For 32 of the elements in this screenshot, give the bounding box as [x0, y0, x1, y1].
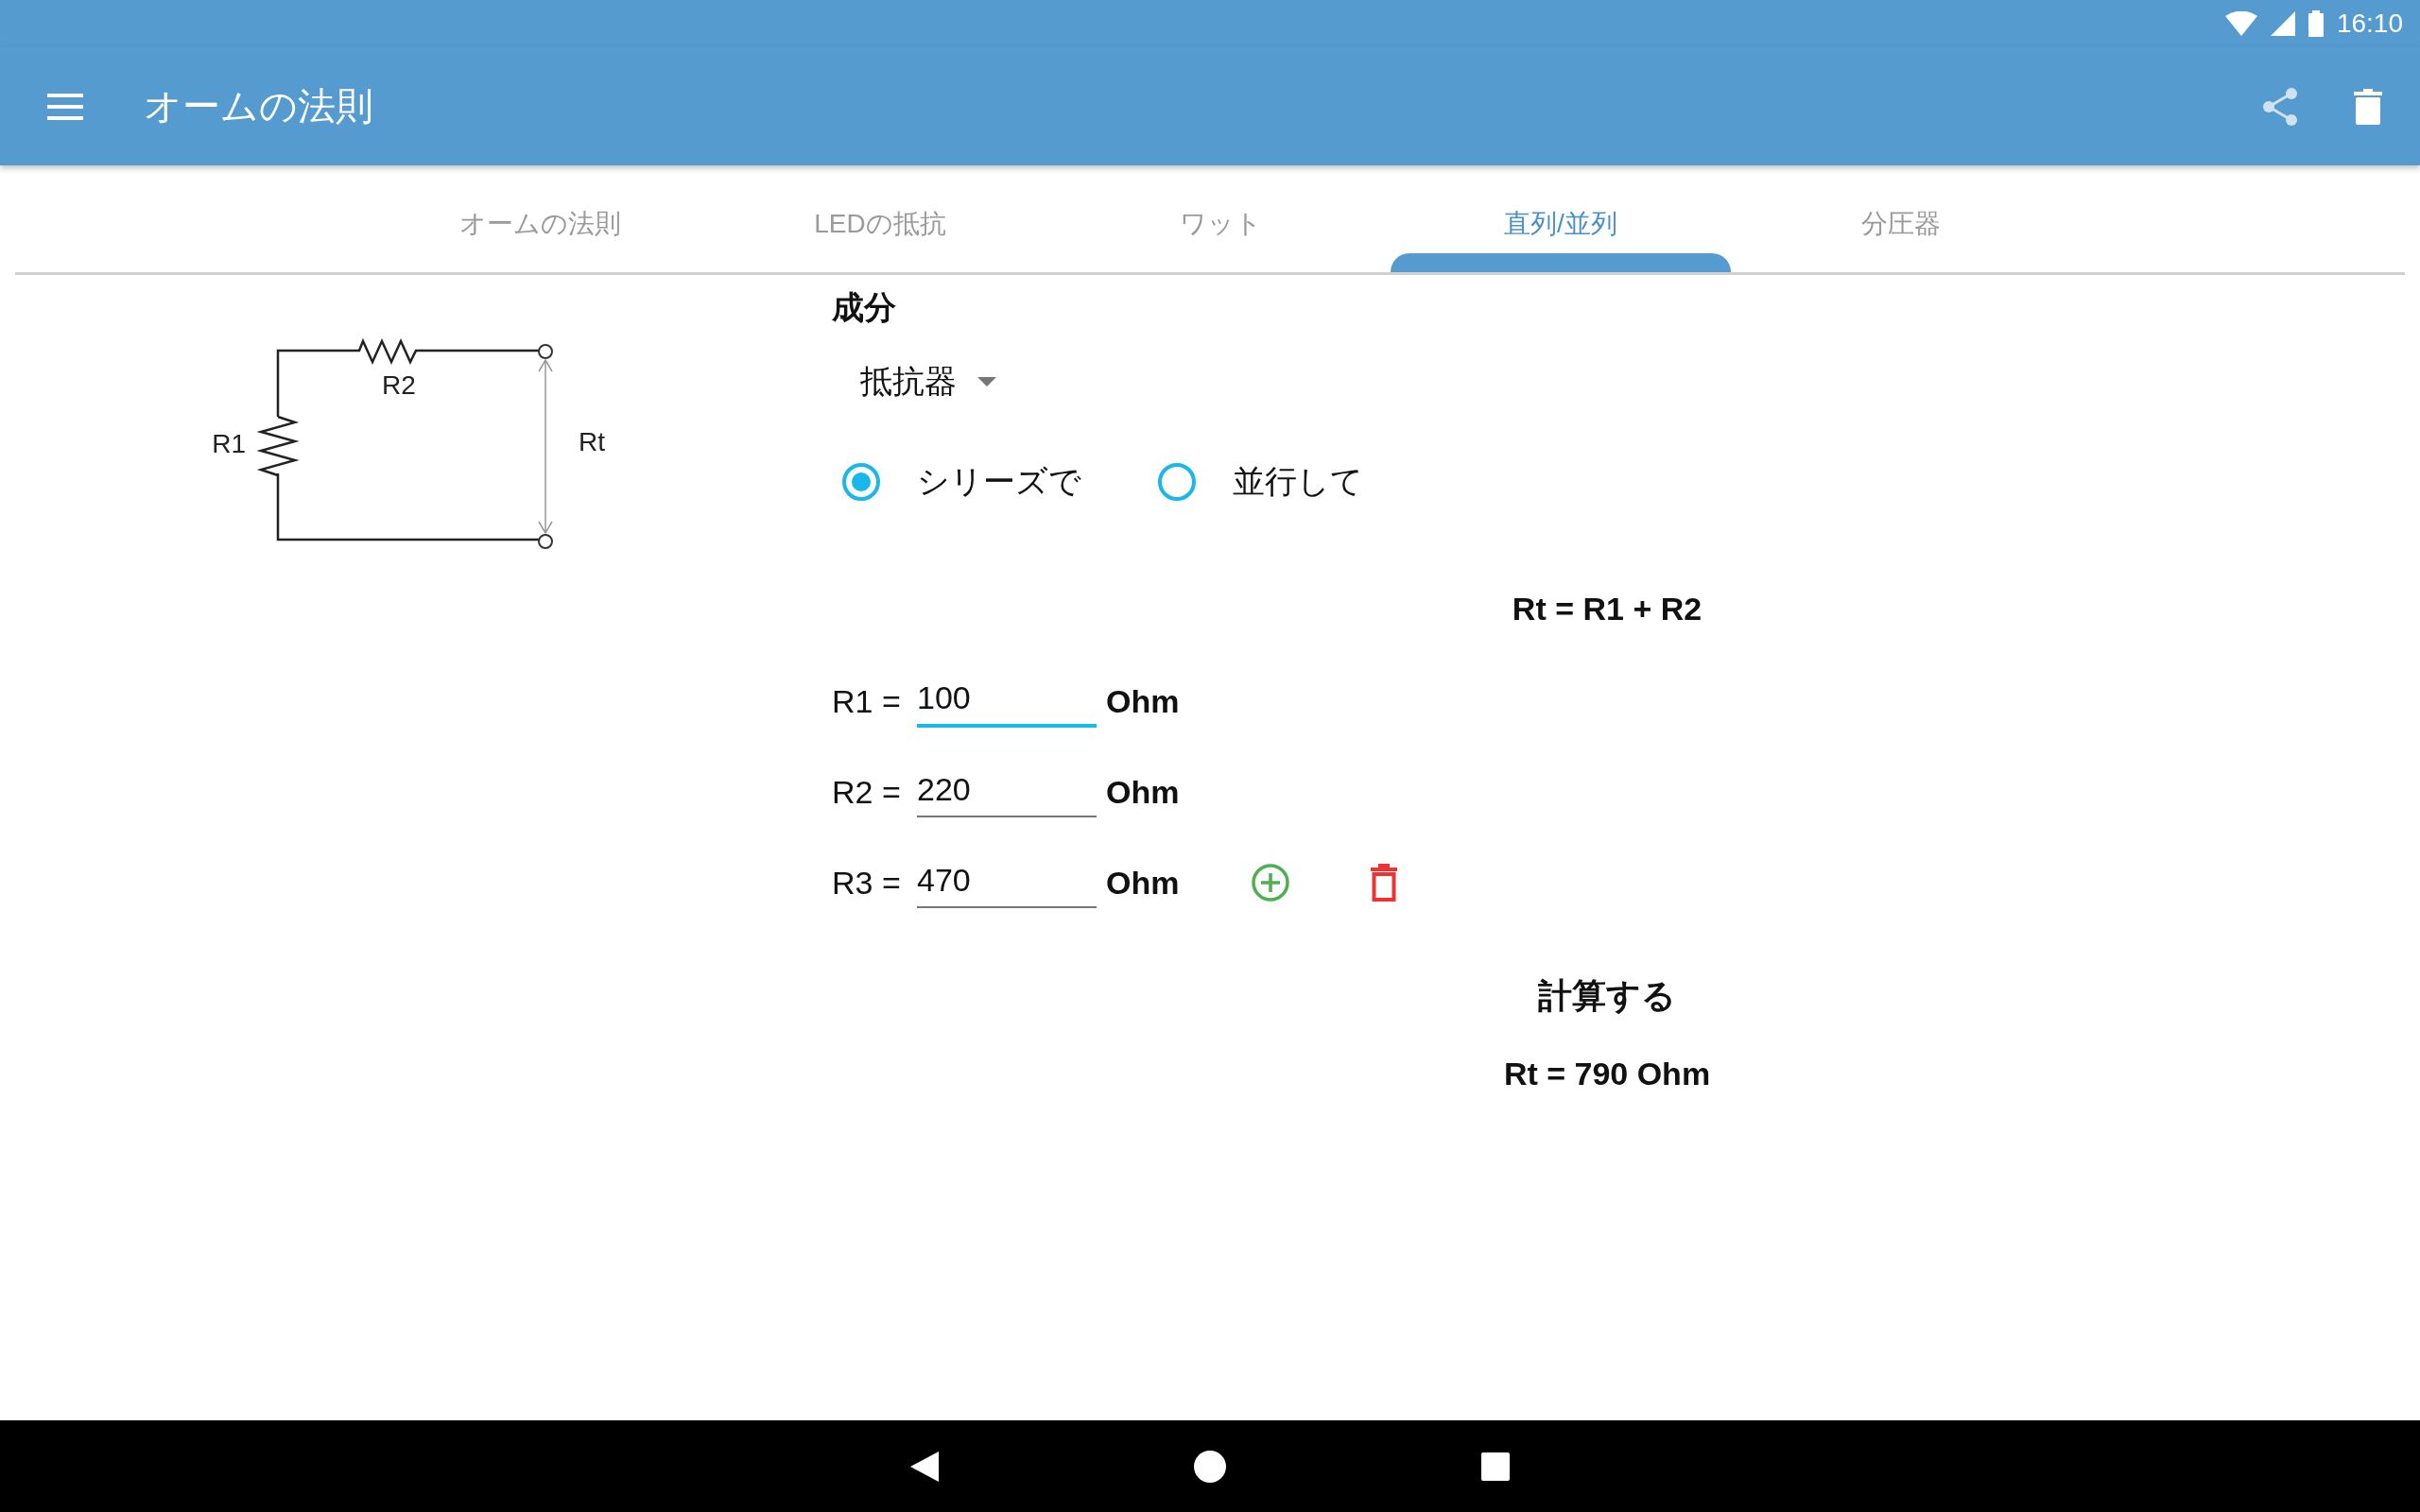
home-button[interactable] [1194, 1450, 1226, 1483]
total-resistance-label: Rt [579, 427, 605, 456]
result-text: Rt = 790 Ohm [1503, 1056, 1711, 1092]
section-title: 成分 [832, 288, 896, 327]
resistance-input[interactable]: 220 [917, 766, 1097, 817]
resistance-input[interactable]: 100 [917, 675, 1097, 728]
delete-button[interactable] [2354, 88, 2382, 125]
component-dropdown[interactable]: 抵抗器 [860, 360, 996, 404]
back-button[interactable] [910, 1451, 939, 1482]
recents-button[interactable] [1481, 1452, 1510, 1481]
clock-time: 16:10 [2336, 9, 2403, 39]
calculate-button[interactable]: 計算する [1523, 966, 1691, 1027]
unit-label: Ohm [1106, 773, 1180, 811]
caret-icon [977, 377, 996, 387]
app-title: オームの法則 [144, 84, 374, 129]
add-button[interactable] [1251, 863, 1291, 902]
battery-icon [2308, 10, 2324, 37]
wifi-icon [2224, 11, 2257, 36]
signal-icon [2270, 11, 2295, 36]
radio-option[interactable]: シリーズで [841, 460, 1081, 504]
unit-label: Ohm [1106, 864, 1180, 902]
field-label: R1 = [832, 682, 902, 720]
field-label: R3 = [832, 864, 902, 902]
resistor-label: R2 [382, 370, 416, 400]
field-label: R2 = [832, 773, 902, 811]
share-button[interactable] [2261, 86, 2299, 127]
delete-button[interactable] [1370, 864, 1399, 902]
formula-text: Rt = R1 + R2 [1512, 591, 1703, 627]
resistance-input[interactable]: 470 [917, 857, 1097, 908]
resistor-label: R1 [212, 429, 246, 458]
unit-label: Ohm [1106, 682, 1180, 720]
radio-option[interactable]: 並行して [1157, 460, 1363, 504]
